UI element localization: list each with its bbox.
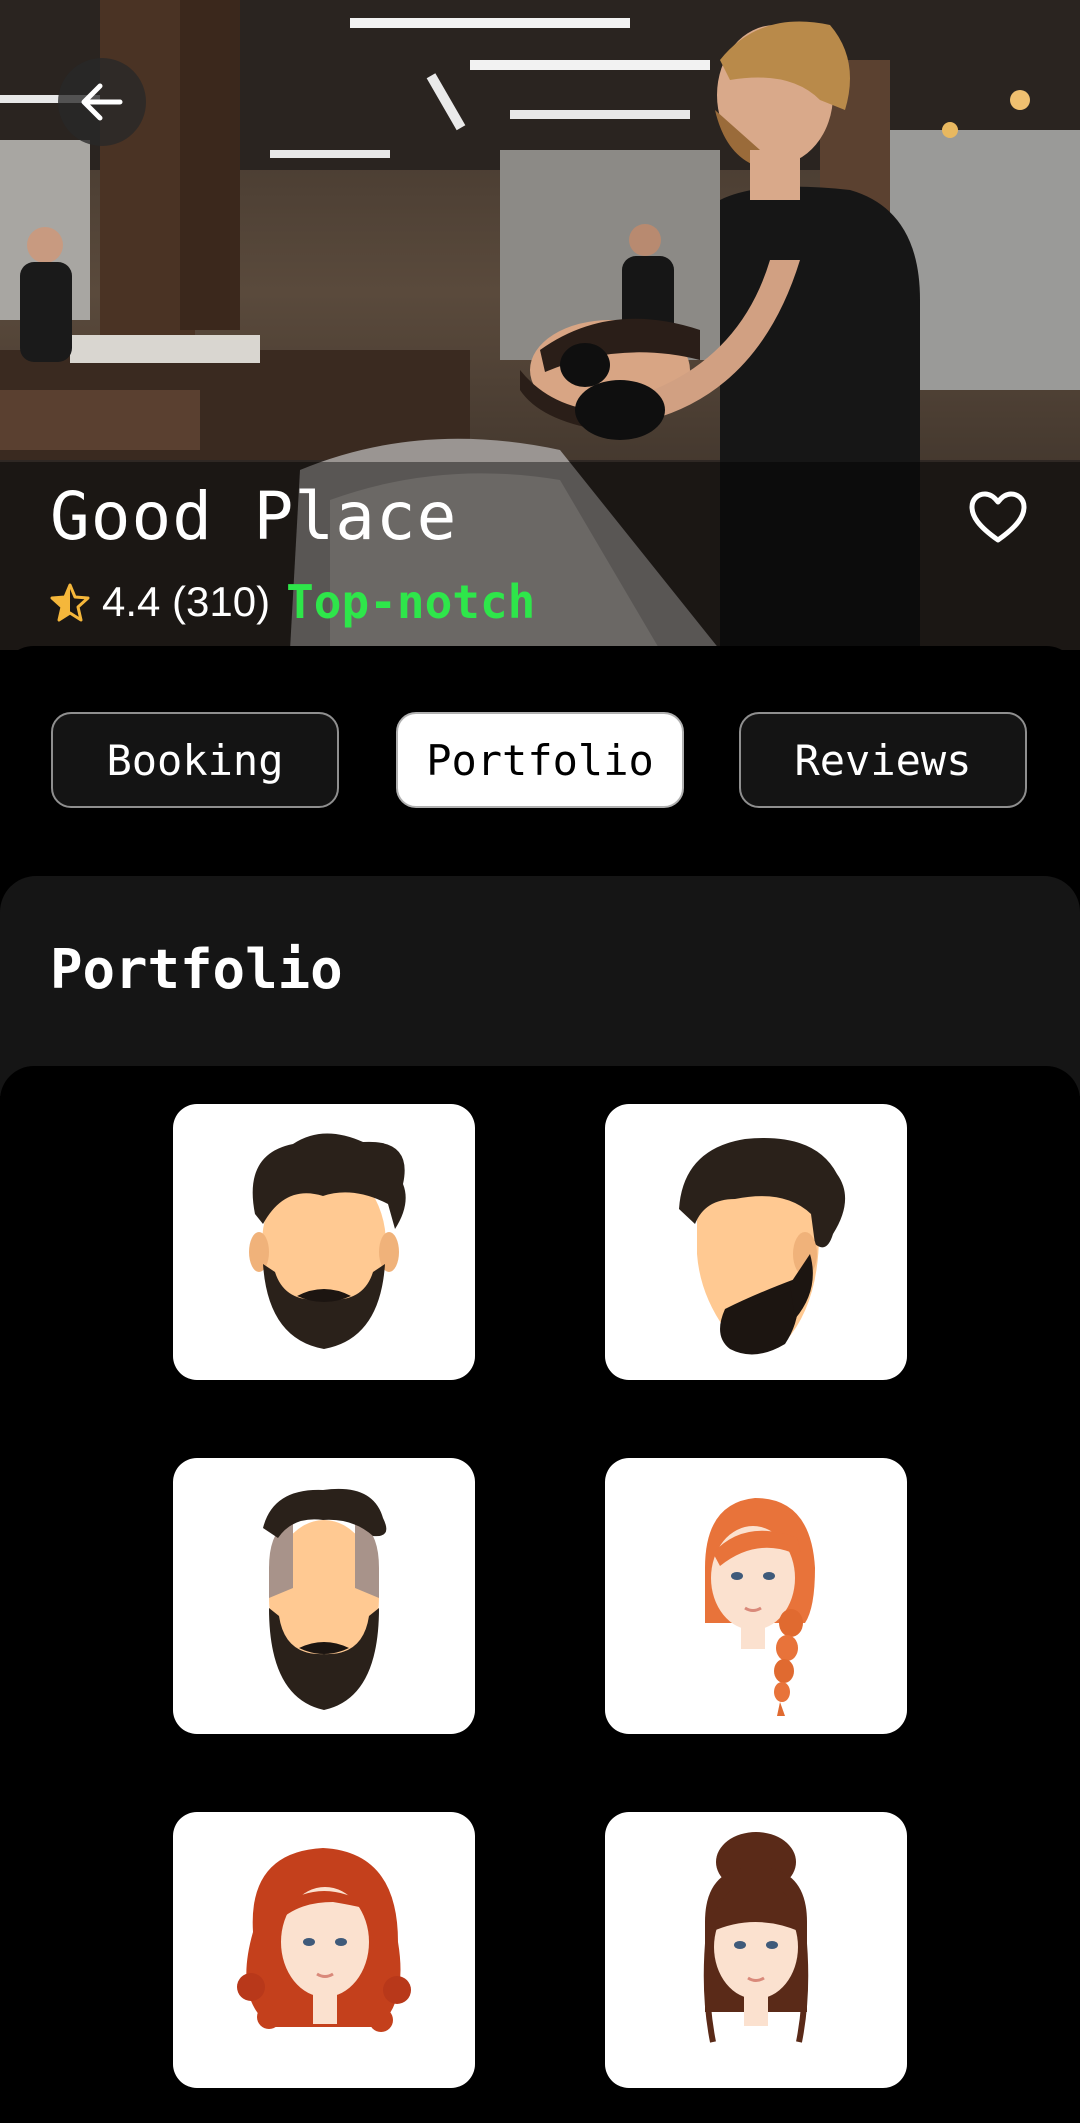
shop-name: Good Place bbox=[50, 478, 458, 555]
portfolio-item[interactable] bbox=[605, 1104, 907, 1380]
portfolio-item[interactable] bbox=[173, 1812, 475, 2088]
tab-bar: Booking Portfolio Reviews bbox=[0, 712, 1080, 814]
bun-bangs-hair-icon bbox=[703, 1832, 809, 2043]
portfolio-item[interactable] bbox=[173, 1458, 475, 1734]
rating-badge: Top-notch bbox=[286, 575, 536, 629]
rating-value: 4.4 (310) bbox=[102, 578, 271, 625]
heart-icon bbox=[969, 491, 1027, 543]
braided-red-hair-icon bbox=[705, 1498, 815, 1716]
tab-portfolio[interactable]: Portfolio bbox=[396, 712, 684, 808]
half-star-icon bbox=[50, 583, 90, 622]
hero-image: Good Place 4.4 (310) Top-notch bbox=[0, 0, 1080, 650]
portfolio-item[interactable] bbox=[605, 1458, 907, 1734]
curly-red-hair-icon bbox=[237, 1848, 411, 2032]
section-title: Portfolio bbox=[50, 938, 343, 1001]
favorite-button[interactable] bbox=[964, 486, 1032, 550]
rating-row: 4.4 (310) Top-notch bbox=[50, 572, 535, 632]
portfolio-item[interactable] bbox=[605, 1812, 907, 2088]
full-beard-undercut-icon bbox=[263, 1488, 387, 1710]
tab-reviews[interactable]: Reviews bbox=[739, 712, 1027, 808]
content-panel: Booking Portfolio Reviews Portfolio bbox=[0, 646, 1080, 2123]
goatee-curly-hair-icon bbox=[679, 1138, 846, 1355]
portfolio-grid bbox=[0, 1066, 1080, 2123]
tab-booking[interactable]: Booking bbox=[51, 712, 339, 808]
beard-wavy-hair-icon bbox=[249, 1133, 406, 1349]
portfolio-item[interactable] bbox=[173, 1104, 475, 1380]
section-header: Portfolio bbox=[0, 876, 1080, 1096]
arrow-left-icon bbox=[81, 83, 123, 121]
back-button[interactable] bbox=[58, 58, 146, 146]
